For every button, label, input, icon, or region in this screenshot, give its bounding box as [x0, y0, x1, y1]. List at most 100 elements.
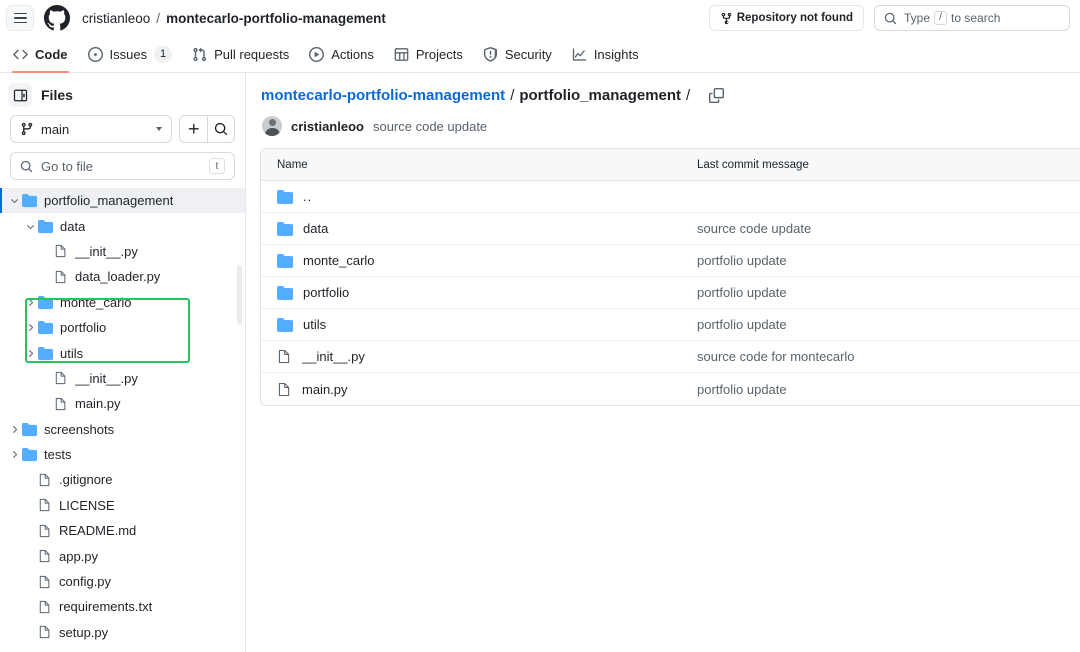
branch-selector[interactable]: main [10, 115, 172, 143]
tree-item-label: setup.py [59, 625, 108, 640]
tree-item-label: portfolio_management [44, 193, 173, 208]
table-row[interactable]: data source code update [261, 213, 1080, 245]
file-name-link[interactable]: __init__.py [302, 349, 365, 364]
tree-item-label: LICENSE [59, 498, 115, 513]
header-actions: Repository not found Type / to search [709, 5, 1070, 31]
tree-item-label: tests [44, 447, 71, 462]
repository-status-label: Repository not found [737, 12, 853, 24]
file-icon [38, 600, 52, 614]
cell-commit-message[interactable]: portfolio update [695, 317, 1080, 332]
tab-insights[interactable]: Insights [563, 36, 648, 72]
file-icon [38, 549, 52, 563]
file-name-link[interactable]: .. [303, 189, 312, 204]
issues-count-badge: 1 [154, 46, 172, 63]
cell-commit-message[interactable]: source code update [695, 221, 1080, 236]
tab-pull-requests[interactable]: Pull requests [183, 36, 298, 72]
git-pull-request-icon [192, 47, 207, 62]
tree-item-label: __init__.py [75, 244, 138, 259]
tree-item-config-py[interactable]: config.py [0, 569, 245, 594]
tab-security[interactable]: Security [474, 36, 561, 72]
tree-item-screenshots[interactable]: screenshots [0, 417, 245, 442]
cell-commit-message[interactable]: portfolio update [695, 253, 1080, 268]
table-row[interactable]: .. [261, 181, 1080, 213]
copy-path-icon[interactable] [709, 88, 724, 103]
commit-message[interactable]: source code update [373, 119, 487, 134]
tab-code[interactable]: Code [4, 36, 77, 72]
tree-item-label: config.py [59, 574, 111, 589]
tree-item-data-loader-py[interactable]: data_loader.py [0, 264, 245, 289]
file-listing-table: Name Last commit message ..datasource co… [260, 148, 1080, 406]
table-row[interactable]: monte_carlo portfolio update [261, 245, 1080, 277]
cell-name: data [261, 221, 695, 237]
tree-item-requirements-txt[interactable]: requirements.txt [0, 594, 245, 619]
table-row[interactable]: portfolio portfolio update [261, 277, 1080, 309]
file-icon [38, 575, 52, 589]
tree-item-readme-md[interactable]: README.md [0, 518, 245, 543]
table-row[interactable]: main.py portfolio update [261, 373, 1080, 405]
cell-name: portfolio [261, 285, 695, 301]
chevron-down-icon[interactable] [6, 195, 22, 206]
sidebar-collapse-icon[interactable] [8, 83, 32, 107]
repository-status-button[interactable]: Repository not found [709, 5, 864, 31]
go-to-file-placeholder: Go to file [41, 159, 201, 174]
file-name-link[interactable]: main.py [302, 382, 348, 397]
tree-item-label: .gitignore [59, 472, 112, 487]
tree-item-data[interactable]: data [0, 213, 245, 238]
tab-actions-label: Actions [331, 47, 374, 62]
tab-issues[interactable]: Issues 1 [79, 36, 182, 72]
tree-item-tests[interactable]: tests [0, 442, 245, 467]
files-panel-header: Files [0, 73, 245, 115]
hamburger-icon[interactable] [6, 5, 34, 31]
search-icon [214, 122, 228, 136]
file-name-link[interactable]: monte_carlo [303, 253, 375, 268]
tree-item-setup-py[interactable]: setup.py [0, 620, 245, 645]
tab-security-label: Security [505, 47, 552, 62]
go-to-file-input[interactable]: Go to file t [10, 152, 235, 180]
breadcrumb-owner[interactable]: cristianleoo [82, 11, 150, 26]
repo-nav-tabs: Code Issues 1 Pull requests Actions Proj… [0, 36, 1080, 73]
tree-item-init-py[interactable]: __init__.py [0, 366, 245, 391]
tree-item-init-py[interactable]: __init__.py [0, 239, 245, 264]
tree-item-license[interactable]: LICENSE [0, 493, 245, 518]
folder-icon [277, 317, 293, 333]
chevron-right-icon[interactable] [6, 424, 22, 435]
tab-projects[interactable]: Projects [385, 36, 472, 72]
tree-item-main-py[interactable]: main.py [0, 391, 245, 416]
table-row[interactable]: utils portfolio update [261, 309, 1080, 341]
tab-actions[interactable]: Actions [300, 36, 383, 72]
file-name-link[interactable]: portfolio [303, 285, 349, 300]
chevron-right-icon[interactable] [22, 348, 38, 359]
file-icon [54, 371, 68, 385]
chevron-right-icon[interactable] [22, 297, 38, 308]
tree-item-utils[interactable]: utils [0, 340, 245, 365]
sidebar-scrollbar[interactable] [237, 265, 242, 325]
file-icon [38, 524, 52, 538]
chevron-right-icon[interactable] [6, 449, 22, 460]
chevron-down-icon[interactable] [22, 221, 38, 232]
cell-commit-message[interactable]: source code for montecarlo [695, 349, 1080, 364]
path-separator-1: / [510, 87, 514, 104]
tree-item-monte-carlo[interactable]: monte_carlo [0, 290, 245, 315]
folder-icon [277, 285, 293, 301]
file-name-link[interactable]: utils [303, 317, 326, 332]
commit-author[interactable]: cristianleoo [291, 119, 364, 134]
cell-commit-message[interactable]: portfolio update [695, 382, 1080, 397]
breadcrumb-repo[interactable]: montecarlo-portfolio-management [166, 11, 386, 26]
tree-item-app-py[interactable]: app.py [0, 543, 245, 568]
table-row[interactable]: __init__.py source code for montecarlo [261, 341, 1080, 373]
cell-name: main.py [261, 382, 695, 397]
folder-icon [38, 295, 53, 310]
file-name-link[interactable]: data [303, 221, 328, 236]
tree-item-portfolio[interactable]: portfolio [0, 315, 245, 340]
tree-item-label: data [60, 219, 85, 234]
search-input[interactable]: Type / to search [874, 5, 1070, 31]
path-repo-link[interactable]: montecarlo-portfolio-management [261, 87, 505, 104]
chevron-right-icon[interactable] [22, 322, 38, 333]
tree-item-gitignore[interactable]: .gitignore [0, 467, 245, 492]
search-icon [884, 12, 897, 25]
github-logo-icon[interactable] [44, 5, 70, 31]
add-file-button[interactable] [180, 116, 207, 142]
cell-commit-message[interactable]: portfolio update [695, 285, 1080, 300]
search-files-button[interactable] [207, 116, 234, 142]
tree-item-portfolio-management[interactable]: portfolio_management [0, 188, 245, 213]
